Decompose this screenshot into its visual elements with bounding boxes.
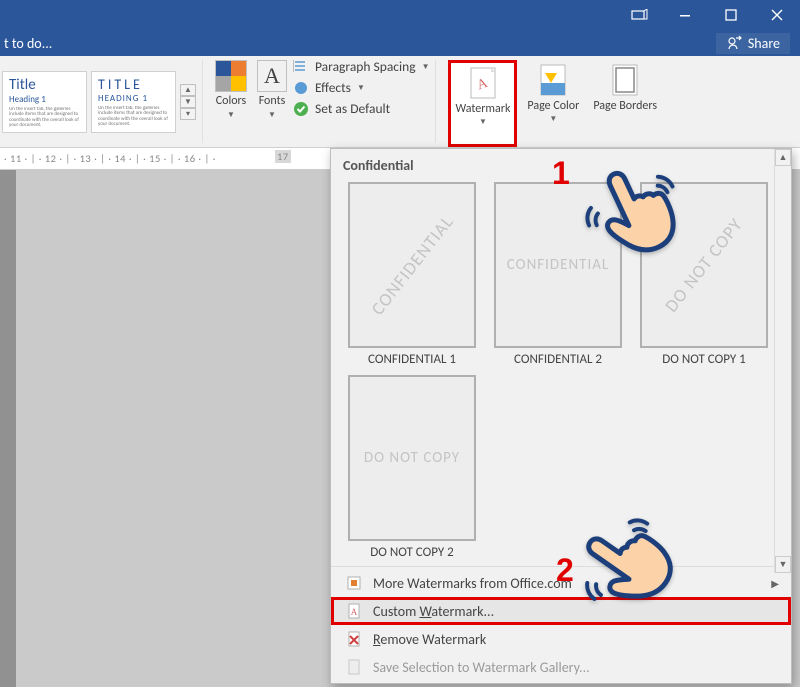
- page-borders-button[interactable]: Page Borders: [589, 60, 661, 147]
- chevron-down-icon: ▼: [479, 118, 487, 127]
- watermark-thumb-do-not-copy-1[interactable]: DO NOT COPY DO NOT COPY 1: [635, 182, 773, 367]
- formatting-group: Colors ▼ A Fonts ▼: [209, 56, 293, 147]
- watermark-thumb-confidential-1[interactable]: CONFIDENTIAL CONFIDENTIAL 1: [343, 182, 481, 367]
- page-background-group: A Watermark ▼ Page Color ▼ Page Borders: [442, 56, 667, 147]
- remove-watermark-label: Remove Watermark: [373, 631, 486, 648]
- effects-button[interactable]: Effects ▼: [293, 79, 429, 96]
- chevron-down-icon: ▼: [227, 110, 235, 120]
- set-as-default-button[interactable]: Set as Default: [293, 100, 429, 117]
- more-icon[interactable]: ▾: [180, 108, 196, 120]
- chevron-down-icon: ▼: [357, 83, 365, 93]
- remove-watermark-menu-item[interactable]: Remove Watermark: [331, 625, 791, 653]
- share-label: Share: [748, 35, 780, 52]
- share-button[interactable]: Share: [716, 33, 790, 54]
- window-titlebar: [0, 0, 800, 30]
- effects-icon: [293, 80, 309, 96]
- save-icon: [345, 658, 363, 676]
- chevron-down-icon: ▼: [549, 115, 557, 124]
- divider: [435, 60, 436, 143]
- style-item[interactable]: Title Heading 1 On the insert tab, the g…: [2, 71, 87, 133]
- save-to-gallery-menu-item: Save Selection to Watermark Gallery...: [331, 653, 791, 681]
- watermark-gallery: CONFIDENTIAL CONFIDENTIAL 1 CONFIDENTIAL…: [331, 180, 791, 566]
- page-icon: A: [345, 602, 363, 620]
- svg-text:A: A: [351, 607, 358, 617]
- scroll-up-icon[interactable]: ▲: [775, 149, 791, 166]
- style-gallery-nav[interactable]: ▲ ▼ ▾: [180, 84, 196, 120]
- watermark-dropdown: Confidential CONFIDENTIAL CONFIDENTIAL 1…: [330, 148, 792, 684]
- ribbon-tell-me-bar: t to do... Share: [0, 30, 800, 56]
- page-borders-icon: [609, 62, 641, 98]
- colors-button[interactable]: Colors ▼: [215, 60, 247, 120]
- remove-icon: [345, 630, 363, 648]
- office-icon: [345, 574, 363, 592]
- share-icon: [726, 35, 742, 51]
- paragraph-spacing-icon: [293, 59, 309, 75]
- annotation-number-1: 1: [552, 155, 570, 192]
- watermark-thumb-confidential-2[interactable]: CONFIDENTIAL CONFIDENTIAL 2: [489, 182, 627, 367]
- divider: [202, 60, 203, 143]
- ribbon-display-options-icon[interactable]: [616, 0, 662, 30]
- document-formatting-group: Paragraph Spacing ▼ Effects ▼ Set as Def…: [293, 56, 429, 147]
- custom-watermark-menu-item[interactable]: A Custom Watermark...: [331, 597, 791, 625]
- tell-me-text[interactable]: t to do...: [4, 35, 52, 52]
- annotation-number-2: 2: [556, 552, 574, 589]
- fonts-button[interactable]: A Fonts ▼: [257, 60, 287, 120]
- colors-icon: [215, 60, 247, 92]
- watermark-button[interactable]: A Watermark ▼: [448, 60, 517, 147]
- watermark-icon: A: [467, 65, 499, 101]
- watermark-thumb-do-not-copy-2[interactable]: DO NOT COPY DO NOT COPY 2: [343, 375, 481, 560]
- gallery-scrollbar[interactable]: ▲ ▼: [774, 149, 791, 573]
- chevron-down-icon: ▼: [422, 62, 430, 72]
- custom-watermark-label: Custom Watermark...: [373, 603, 494, 620]
- chevron-right-icon: ▶: [771, 577, 779, 590]
- page-color-button[interactable]: Page Color ▼: [523, 60, 583, 147]
- chevron-down-icon[interactable]: ▼: [180, 96, 196, 108]
- chevron-up-icon[interactable]: ▲: [180, 84, 196, 96]
- check-icon: [293, 101, 309, 117]
- chevron-down-icon: ▼: [268, 110, 276, 120]
- page-color-icon: [537, 62, 569, 98]
- close-icon[interactable]: [754, 0, 800, 30]
- ribbon: Title Heading 1 On the insert tab, the g…: [0, 56, 800, 148]
- maximize-icon[interactable]: [708, 0, 754, 30]
- minimize-icon[interactable]: [662, 0, 708, 30]
- paragraph-spacing-button[interactable]: Paragraph Spacing ▼: [293, 58, 429, 75]
- style-gallery[interactable]: Title Heading 1 On the insert tab, the g…: [2, 56, 196, 147]
- fonts-icon: A: [257, 60, 287, 92]
- style-item[interactable]: TITLE HEADING 1 On the insert tab, the g…: [91, 71, 176, 133]
